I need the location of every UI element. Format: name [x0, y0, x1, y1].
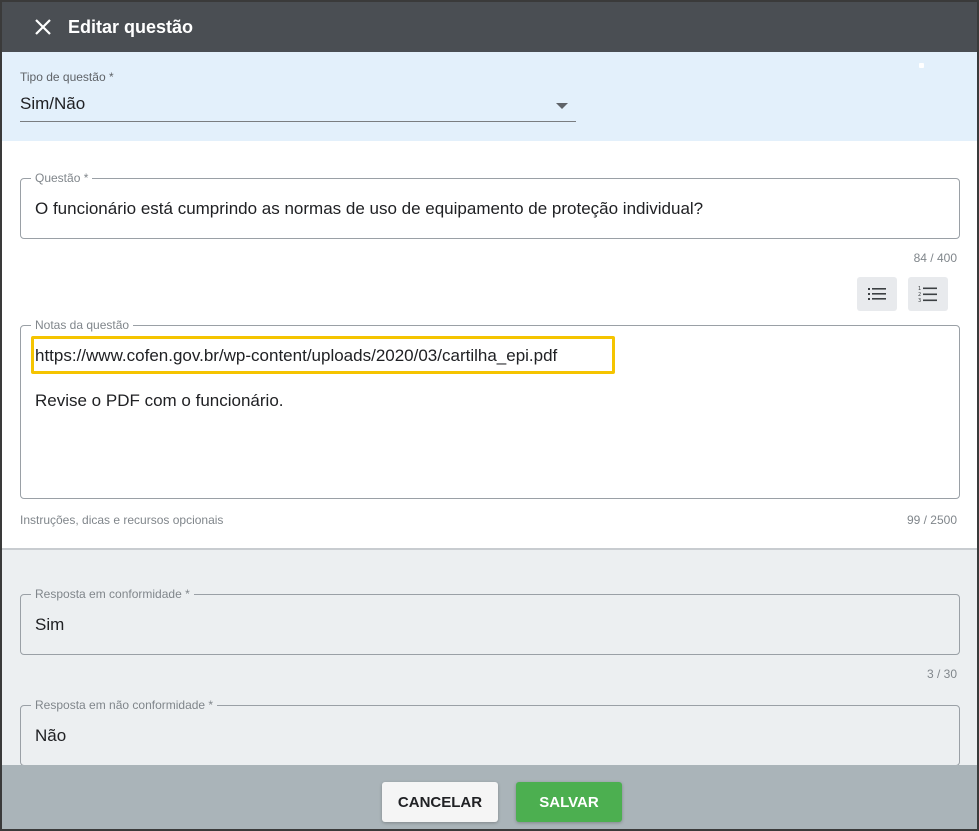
answers-section: Resposta em conformidade * Sim 3 / 30 Re… [2, 548, 977, 768]
notes-hint: Instruções, dicas e recursos opcionais [20, 513, 224, 527]
compliant-answer-label: Resposta em conformidade * [31, 587, 194, 601]
svg-text:3: 3 [918, 298, 921, 303]
question-counter: 84 / 400 [913, 251, 957, 265]
save-button[interactable]: SALVAR [516, 782, 622, 822]
chevron-down-icon [556, 103, 568, 109]
compliant-answer-counter: 3 / 30 [926, 667, 957, 681]
question-type-label: Tipo de questão * [20, 70, 114, 84]
non-compliant-answer-field[interactable]: Resposta em não conformidade * Não [20, 698, 960, 766]
numbered-list-icon: 1 2 3 [918, 286, 937, 303]
notes-text-line: Revise o PDF com o funcionário. [35, 391, 284, 410]
question-field-label: Questão * [31, 171, 93, 185]
bulleted-list-icon [868, 288, 886, 300]
question-type-section: Tipo de questão * Sim/Não [2, 52, 977, 141]
notes-counter: 99 / 2500 [906, 513, 957, 527]
question-field[interactable]: Questão * O funcionário está cumprindo a… [20, 171, 960, 239]
dialog-header: Editar questão [2, 2, 977, 52]
edit-question-dialog: Editar questão Tipo de questão * Sim/Não… [0, 0, 979, 831]
notes-field-label: Notas da questão [31, 318, 134, 332]
close-icon [35, 19, 51, 35]
notes-url-line[interactable]: https://www.cofen.gov.br/wp-content/uplo… [35, 346, 557, 366]
non-compliant-answer-label: Resposta em não conformidade * [31, 698, 218, 712]
question-field-value: O funcionário está cumprindo as normas d… [35, 199, 704, 218]
non-compliant-answer-value: Não [35, 726, 67, 745]
compliant-answer-value: Sim [35, 615, 65, 634]
notes-field[interactable]: Notas da questão https://www.cofen.gov.b… [20, 318, 960, 499]
close-button[interactable] [32, 16, 54, 38]
question-type-value: Sim/Não [20, 94, 86, 113]
numbered-list-button[interactable]: 1 2 3 [908, 277, 948, 311]
cancel-button[interactable]: CANCELAR [382, 782, 498, 822]
dialog-footer: CANCELAR SALVAR [2, 765, 977, 829]
dialog-title: Editar questão [68, 16, 194, 37]
indicator-dot [919, 63, 924, 68]
compliant-answer-field[interactable]: Resposta em conformidade * Sim [20, 587, 960, 655]
question-type-select[interactable]: Sim/Não [20, 90, 576, 122]
bulleted-list-button[interactable] [857, 277, 897, 311]
